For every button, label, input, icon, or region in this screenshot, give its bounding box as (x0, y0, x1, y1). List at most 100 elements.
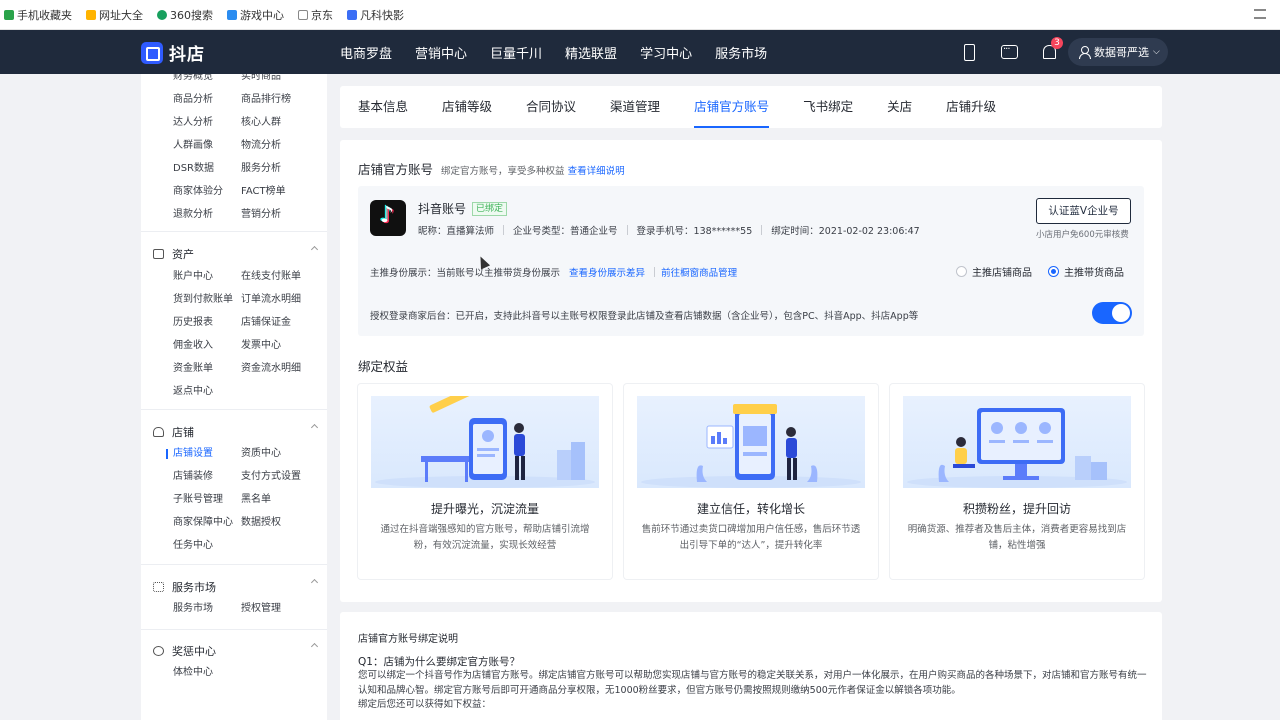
bookmark-icon (227, 9, 237, 20)
phone-icon[interactable] (960, 43, 978, 61)
sidebar-item[interactable]: 授权管理 (241, 602, 327, 616)
sidebar-item[interactable]: 退款分析 (173, 208, 241, 222)
tab-contracts[interactable]: 合同协议 (526, 86, 576, 128)
sidebar-shop-links: 店铺设置 资质中心 店铺装修 支付方式设置 子账号管理 黑名单 商家保障中心 数据授权 … (166, 447, 327, 553)
nav-item-alliance[interactable]: 精选联盟 (565, 43, 617, 62)
bell-icon[interactable]: 3 (1040, 37, 1063, 61)
tab-channels[interactable]: 渠道管理 (610, 86, 660, 128)
sidebar-item[interactable]: 服务市场 (173, 602, 241, 616)
sidebar-item[interactable] (241, 539, 327, 553)
sidebar-item[interactable]: 支付方式设置 (241, 470, 327, 484)
bookmark-game-center[interactable]: 游戏中心 (227, 7, 284, 23)
radio-shop-products[interactable]: 主推店铺商品 (956, 264, 1032, 279)
sidebar-item[interactable]: 在线支付账单 (241, 270, 327, 284)
sidebar-item[interactable]: 账户中心 (173, 270, 241, 284)
sidebar-item[interactable]: 商家体验分 (173, 185, 241, 199)
certify-blue-v-button[interactable]: 认证蓝V企业号 (1036, 198, 1131, 224)
sidebar-item[interactable]: 商品排行榜 (241, 93, 327, 107)
nav-item-service-market[interactable]: 服务市场 (715, 43, 767, 62)
section-subtitle: 绑定官方账号，享受多种权益 查看详细说明 (441, 166, 625, 177)
nav-item-compass[interactable]: 电商罗盘 (340, 43, 392, 62)
sidebar-item[interactable]: 货到付款账单 (173, 293, 241, 307)
sidebar-item-shop-settings[interactable]: 店铺设置 (166, 447, 241, 461)
nav-item-marketing[interactable]: 营销中心 (415, 43, 467, 62)
user-name: 数据哥严选 (1094, 46, 1149, 59)
showcase-management-link[interactable]: 前往橱窗商品管理 (661, 268, 737, 279)
benefit-illustration (903, 396, 1131, 488)
sidebar-item[interactable]: 资金流水明细 (241, 362, 327, 376)
tab-basic-info[interactable]: 基本信息 (358, 86, 408, 128)
logo[interactable]: 抖店 (141, 40, 205, 65)
notification-badge: 3 (1051, 37, 1063, 49)
tab-close-shop[interactable]: 关店 (887, 86, 912, 128)
sidebar-section-shop[interactable]: 店铺 (153, 423, 319, 440)
tab-shop-level[interactable]: 店铺等级 (442, 86, 492, 128)
sidebar-item[interactable]: 店铺装修 (173, 470, 241, 484)
sidebar-section-service-market[interactable]: 服务市场 (153, 578, 319, 595)
benefit-card: 建立信任，转化增长 售前环节通过卖货口碑增加用户信任感，售后环节透出引导下单的“… (624, 384, 878, 579)
sidebar-item[interactable]: 物流分析 (241, 139, 327, 153)
sidebar-item[interactable]: 核心人群 (241, 116, 327, 130)
sidebar-item[interactable]: 发票中心 (241, 339, 327, 353)
faq-answer-text: 您可以绑定一个抖音号作为店铺官方账号。绑定店铺官方账号可以帮助您实现店铺与官方账… (358, 670, 1147, 696)
sidebar-item[interactable]: 黑名单 (241, 493, 327, 507)
exposure-illustration (375, 396, 595, 488)
display-mode-row: 主推身份展示：当前账号以主推带货身份展示 查看身份展示差异 前往橱窗商品管理 (370, 265, 737, 279)
logo-text: 抖店 (169, 45, 205, 65)
bookmark-mobile[interactable]: 手机收藏夹 (4, 7, 72, 23)
sidebar-item[interactable]: 历史报表 (173, 316, 241, 330)
section-title: 奖惩中心 (172, 645, 216, 658)
rights-title: 绑定权益 (358, 359, 409, 374)
sidebar-item[interactable]: 返点中心 (173, 385, 241, 399)
sidebar-item[interactable]: 财务概览 (173, 74, 241, 84)
bookmark-fanke[interactable]: 凡科快影 (347, 7, 404, 23)
chevron-up-icon (310, 578, 319, 587)
bound-badge: 已绑定 (472, 201, 508, 216)
top-navigation: 抖店 电商罗盘 营销中心 巨量千川 精选联盟 学习中心 服务市场 3 数据哥严选… (0, 30, 1280, 74)
sidebar-item[interactable]: 达人分析 (173, 116, 241, 130)
sidebar-section-assets[interactable]: 资产 (153, 245, 319, 262)
sidebar-item[interactable]: DSR数据 (173, 162, 241, 176)
nav-item-learning[interactable]: 学习中心 (640, 43, 692, 62)
sidebar-item[interactable]: 店铺保证金 (241, 316, 327, 330)
sidebar-item[interactable]: 商家保障中心 (173, 516, 241, 530)
sidebar-item[interactable]: 营销分析 (241, 208, 327, 222)
sidebar-item[interactable]: 资质中心 (241, 447, 327, 461)
tab-upgrade[interactable]: 店铺升级 (946, 86, 996, 128)
bookmark-menu-icon[interactable] (1254, 9, 1266, 19)
sidebar-item[interactable]: 实时商品 (241, 74, 327, 84)
chevron-up-icon (310, 642, 319, 651)
sidebar-item[interactable]: 服务分析 (241, 162, 327, 176)
sidebar-item[interactable]: 人群画像 (173, 139, 241, 153)
sidebar-item[interactable]: 体检中心 (173, 666, 241, 680)
chat-icon[interactable] (1000, 43, 1018, 61)
nickname: 昵称：直播算法师 (418, 226, 495, 237)
sidebar-item[interactable]: FACT榜单 (241, 185, 327, 199)
detail-link[interactable]: 查看详细说明 (568, 166, 625, 177)
tab-official-account[interactable]: 店铺官方账号 (694, 86, 770, 128)
sidebar-item[interactable]: 子账号管理 (173, 493, 241, 507)
sidebar-item[interactable]: 订单流水明细 (241, 293, 327, 307)
sidebar-item[interactable]: 佣金收入 (173, 339, 241, 353)
tab-feishu[interactable]: 飞书绑定 (803, 86, 853, 128)
sidebar-section-rewards[interactable]: 奖惩中心 (153, 642, 319, 659)
bookmark-360-search[interactable]: 360搜索 (157, 7, 213, 23)
login-auth-toggle[interactable] (1092, 302, 1132, 324)
nav-item-qianchuan[interactable]: 巨量千川 (490, 43, 542, 62)
bookmark-directory[interactable]: 网址大全 (86, 7, 143, 23)
sidebar-item[interactable]: 数据授权 (241, 516, 327, 530)
divider (761, 225, 763, 235)
radio-promoted-products[interactable]: 主推带货商品 (1048, 264, 1124, 279)
sidebar-item[interactable] (241, 666, 327, 680)
sidebar-item[interactable]: 任务中心 (173, 539, 241, 553)
sidebar-item[interactable]: 商品分析 (173, 93, 241, 107)
section-title: 资产 (172, 248, 194, 261)
user-menu[interactable]: 数据哥严选 ⌵ (1068, 38, 1168, 66)
section-title: 店铺官方账号 (358, 162, 434, 177)
sidebar-item[interactable] (241, 385, 327, 399)
view-difference-link[interactable]: 查看身份展示差异 (569, 268, 645, 279)
sidebar-item[interactable]: 资金账单 (173, 362, 241, 376)
chevron-up-icon (310, 245, 319, 254)
grid-icon (153, 582, 164, 592)
bookmark-jd[interactable]: 京东 (298, 7, 333, 23)
